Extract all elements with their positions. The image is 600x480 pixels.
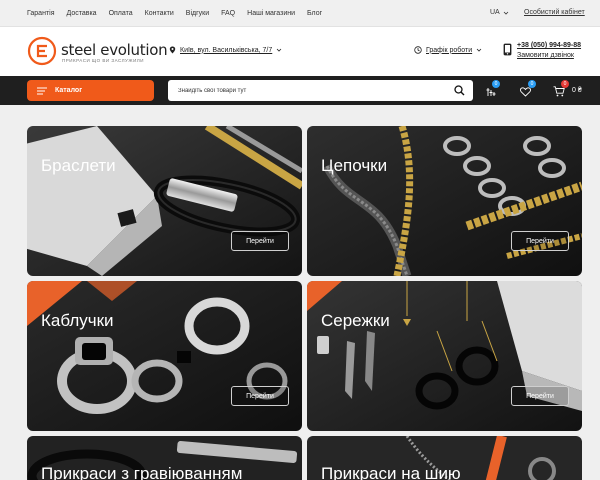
top-link-payment[interactable]: Оплата <box>109 10 133 17</box>
category-title: Браслети <box>41 156 116 175</box>
category-card-bracelets[interactable]: Браслети Перейти <box>27 126 302 276</box>
top-link-reviews[interactable]: Відгуки <box>186 10 209 17</box>
schedule-text: Графік роботи <box>426 46 473 54</box>
logo[interactable]: steel evolution ПРИКРАСИ ЩО ВИ ЗАСЛУЖИЛИ <box>27 36 168 66</box>
clock-icon <box>414 46 422 54</box>
go-button[interactable]: Перейти <box>511 231 569 251</box>
menu-icon <box>37 86 47 95</box>
compare-button[interactable]: 0 <box>486 80 500 102</box>
bracelets-photo <box>27 126 302 276</box>
top-link-delivery[interactable]: Доставка <box>67 10 97 17</box>
address-text: Київ, вул. Васильківська, 7/7 <box>180 46 273 54</box>
chevron-down-icon <box>476 48 482 52</box>
top-link-guarantee[interactable]: Гарантія <box>27 10 55 17</box>
rings-photo <box>27 281 302 431</box>
cart-button[interactable]: 0 <box>553 80 569 102</box>
top-link-contacts[interactable]: Контакти <box>145 10 174 17</box>
language-label: UA <box>490 9 500 16</box>
map-pin-icon <box>169 46 176 54</box>
top-nav: Гарантія Доставка Оплата Контакти Відгук… <box>27 0 334 27</box>
go-button[interactable]: Перейти <box>231 231 289 251</box>
compare-icon <box>486 88 496 96</box>
search-box <box>168 80 473 101</box>
chevron-down-icon <box>276 48 282 52</box>
top-link-stores[interactable]: Наші магазини <box>247 10 295 17</box>
language-switcher[interactable]: UA <box>490 9 509 16</box>
go-button[interactable]: Перейти <box>511 386 569 406</box>
schedule-dropdown[interactable]: Графік роботи <box>414 46 482 54</box>
category-title: Цепочки <box>321 156 388 175</box>
cart-total: 0 ₴ <box>572 87 582 94</box>
top-link-blog[interactable]: Блог <box>307 10 322 17</box>
earrings-photo <box>307 281 582 431</box>
category-card-rings[interactable]: Каблучки Перейти <box>27 281 302 431</box>
logo-wordmark: steel evolution <box>61 41 168 59</box>
catalog-button[interactable]: Каталог <box>27 80 154 101</box>
heart-icon <box>520 87 531 97</box>
header: steel evolution ПРИКРАСИ ЩО ВИ ЗАСЛУЖИЛИ… <box>0 27 600 76</box>
top-link-faq[interactable]: FAQ <box>221 10 235 17</box>
search-input[interactable] <box>178 84 448 97</box>
main-nav-bar: Каталог 0 0 0 0 ₴ <box>0 76 600 105</box>
compare-count-badge: 0 <box>492 80 500 88</box>
wishlist-button[interactable]: 0 <box>520 80 536 102</box>
store-address[interactable]: Київ, вул. Васильківська, 7/7 <box>169 46 282 54</box>
top-bar: Гарантія Доставка Оплата Контакти Відгук… <box>0 0 600 27</box>
account-link[interactable]: Особистий кабінет <box>524 9 585 16</box>
logo-tagline: ПРИКРАСИ ЩО ВИ ЗАСЛУЖИЛИ <box>62 58 144 63</box>
category-title: Прикраси з гравіюванням <box>41 464 243 480</box>
category-title: Сережки <box>321 311 390 330</box>
category-title: Каблучки <box>41 311 114 330</box>
cart-count-badge: 0 <box>561 80 569 88</box>
phone-number[interactable]: +38 (050) 994-89-88 <box>517 42 581 49</box>
category-card-chains[interactable]: Цепочки Перейти <box>307 126 582 276</box>
catalog-label: Каталог <box>55 87 83 94</box>
chevron-down-icon <box>503 11 509 15</box>
category-card-neck[interactable]: Прикраси на шию <box>307 436 582 480</box>
category-card-engraved[interactable]: Прикраси з гравіюванням <box>27 436 302 480</box>
chains-photo <box>307 126 582 276</box>
logo-mark-icon <box>27 36 57 66</box>
search-icon[interactable] <box>454 85 465 96</box>
wishlist-count-badge: 0 <box>528 80 536 88</box>
callback-link[interactable]: Замовити дзвінок <box>517 52 574 59</box>
category-card-earrings[interactable]: Сережки Перейти <box>307 281 582 431</box>
category-title: Прикраси на шию <box>321 464 461 480</box>
phone-icon <box>503 43 512 56</box>
go-button[interactable]: Перейти <box>231 386 289 406</box>
